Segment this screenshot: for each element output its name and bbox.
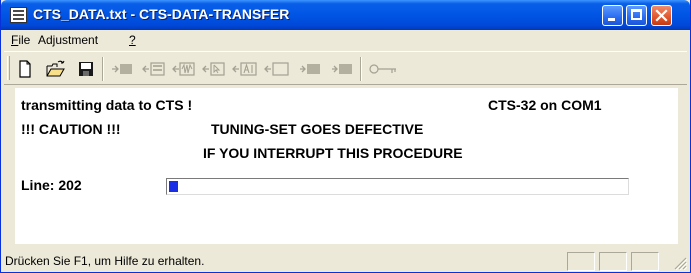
disabled-frame-icon [264, 62, 289, 76]
disabled-block-icon [300, 64, 320, 74]
caution-label: !!! CAUTION !!! [21, 121, 121, 137]
display-button[interactable] [142, 59, 165, 79]
cursor-button[interactable] [202, 59, 225, 79]
disabled-cursor-icon [202, 62, 225, 76]
maximize-button[interactable] [626, 5, 647, 26]
toolbar-grip[interactable] [7, 56, 10, 80]
resize-grip-icon[interactable] [673, 256, 687, 270]
menu-help[interactable]: ? [129, 33, 136, 47]
menu-file[interactable]: File [11, 33, 30, 47]
status-pane [567, 252, 595, 271]
app-icon[interactable] [10, 7, 27, 23]
block-send-button[interactable] [298, 59, 320, 79]
status-bar: Drücken Sie F1, um Hilfe zu erhalten. [1, 248, 690, 272]
device-port-label: CTS-32 on COM1 [488, 97, 602, 113]
line-counter: Line: 202 [21, 177, 82, 193]
disabled-send-icon [112, 64, 132, 74]
status-bar-text: Drücken Sie F1, um Hilfe zu erhalten. [5, 254, 205, 268]
close-button[interactable] [651, 5, 672, 26]
ai-button[interactable] [232, 59, 257, 79]
status-pane [631, 252, 659, 271]
window-title: CTS_DATA.txt - CTS-DATA-TRANSFER [33, 6, 290, 22]
warning-line-2: IF YOU INTERRUPT THIS PROCEDURE [203, 145, 463, 161]
menu-bar: File Adjustment ? [4, 30, 687, 50]
toolbar [4, 51, 687, 85]
toolbar-separator [360, 57, 362, 81]
new-document-button[interactable] [14, 59, 36, 79]
block-receive-button[interactable] [330, 59, 352, 79]
transfer-panel: transmitting data to CTS ! CTS-32 on COM… [15, 88, 678, 244]
save-disk-icon [79, 62, 93, 76]
disabled-block-icon [332, 64, 352, 74]
frame-button[interactable] [264, 59, 289, 79]
application-window: CTS_DATA.txt - CTS-DATA-TRANSFER File Ad… [0, 0, 691, 273]
disabled-display-icon [142, 62, 165, 76]
close-icon [655, 9, 668, 22]
key-button[interactable] [366, 59, 400, 79]
warning-line-1: TUNING-SET GOES DEFECTIVE [211, 121, 424, 137]
progress-bar [166, 178, 629, 195]
menu-file-label: ile [18, 33, 31, 47]
minimize-icon [608, 18, 615, 21]
open-folder-icon [46, 60, 65, 77]
title-bar[interactable]: CTS_DATA.txt - CTS-DATA-TRANSFER [1, 0, 690, 30]
status-pane [599, 252, 627, 271]
progress-fill [169, 181, 178, 192]
disabled-ai-icon [232, 62, 257, 76]
save-button[interactable] [75, 59, 97, 79]
transmit-message: transmitting data to CTS ! [21, 97, 193, 113]
minimize-button[interactable] [602, 5, 623, 26]
waveform-button[interactable] [172, 59, 195, 79]
menu-adjustment[interactable]: Adjustment [38, 33, 98, 47]
disabled-waveform-icon [172, 62, 195, 76]
open-button[interactable] [45, 59, 67, 79]
menu-help-label: ? [129, 33, 136, 47]
disabled-key-icon [369, 64, 396, 74]
new-document-icon [19, 60, 31, 78]
toolbar-separator [102, 57, 104, 81]
maximize-icon [631, 9, 642, 20]
send-button[interactable] [110, 59, 132, 79]
